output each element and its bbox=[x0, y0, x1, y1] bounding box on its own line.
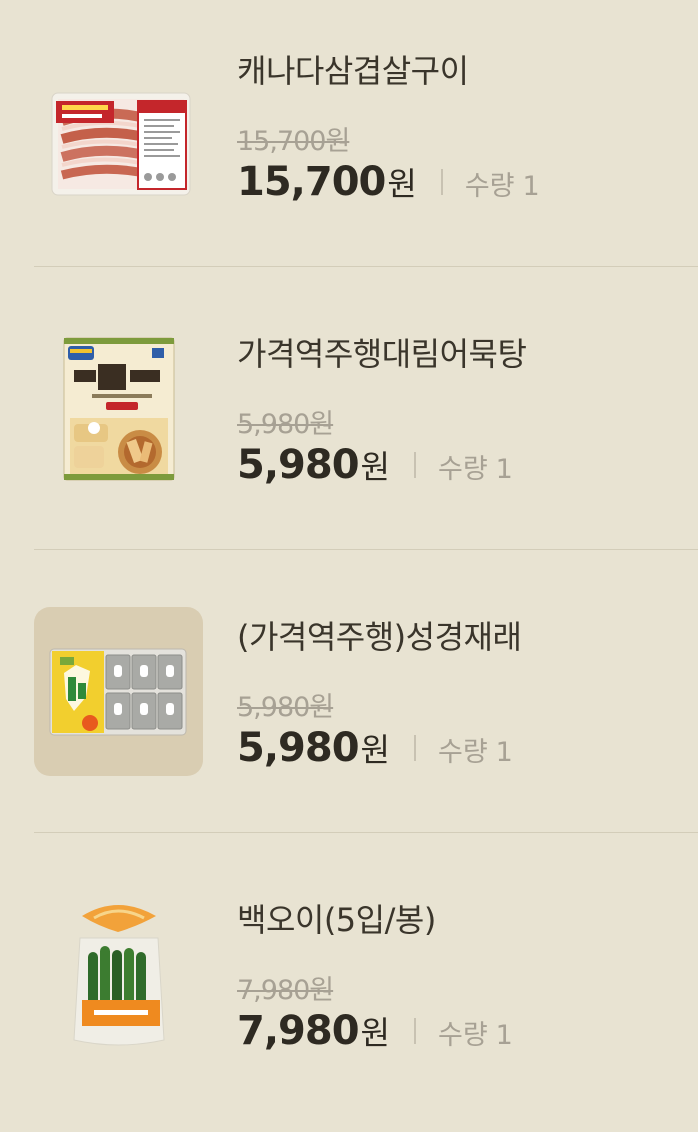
quantity-label: 수량 bbox=[437, 1020, 488, 1051]
quantity-label: 수량 bbox=[437, 737, 488, 768]
sale-price: 5,980 bbox=[237, 442, 360, 488]
original-price: 15,700원 bbox=[237, 126, 350, 157]
quantity-label: 수량 bbox=[464, 171, 515, 202]
product-image-seaweed[interactable] bbox=[34, 607, 203, 776]
original-price: 5,980원 bbox=[237, 692, 334, 723]
price-row: 5,980 원 수량 1 bbox=[237, 442, 513, 488]
quantity-value: 1 bbox=[495, 1020, 513, 1051]
currency-suffix: 원 bbox=[360, 1014, 390, 1052]
product-name[interactable]: (가격역주행)성경재래 bbox=[237, 612, 522, 658]
original-price: 5,980원 bbox=[237, 409, 334, 440]
currency-suffix: 원 bbox=[387, 165, 417, 203]
original-price: 7,980원 bbox=[237, 975, 334, 1006]
cart-item-list: 캐나다삼겹살구이 15,700원 15,700 원 수량 1 가격역주행대림어묵… bbox=[0, 0, 698, 1132]
sale-price: 5,980 bbox=[237, 725, 360, 771]
currency-suffix: 원 bbox=[360, 448, 390, 486]
price-row: 15,700 원 수량 1 bbox=[237, 159, 540, 205]
sale-price: 15,700 bbox=[237, 159, 386, 205]
separator bbox=[413, 452, 416, 478]
quantity-label: 수량 bbox=[437, 454, 488, 485]
cart-item[interactable]: 가격역주행대림어묵탕 5,980원 5,980 원 수량 1 bbox=[0, 267, 698, 550]
sale-price: 7,980 bbox=[237, 1008, 360, 1054]
quantity-value: 1 bbox=[495, 454, 513, 485]
product-name[interactable]: 가격역주행대림어묵탕 bbox=[237, 329, 527, 375]
product-image-cucumber[interactable] bbox=[34, 890, 203, 1059]
product-name[interactable]: 백오이(5입/봉) bbox=[237, 895, 436, 941]
separator bbox=[413, 735, 416, 761]
quantity-value: 1 bbox=[495, 737, 513, 768]
cart-item[interactable]: (가격역주행)성경재래 5,980원 5,980 원 수량 1 bbox=[0, 550, 698, 833]
separator bbox=[440, 169, 443, 195]
cart-item[interactable]: 백오이(5입/봉) 7,980원 7,980 원 수량 1 bbox=[0, 833, 698, 1116]
price-row: 5,980 원 수량 1 bbox=[237, 725, 513, 771]
product-name[interactable]: 캐나다삼겹살구이 bbox=[237, 46, 469, 92]
currency-suffix: 원 bbox=[360, 731, 390, 769]
quantity-value: 1 bbox=[522, 171, 540, 202]
product-image-fishcake-soup[interactable] bbox=[34, 324, 203, 493]
separator bbox=[413, 1018, 416, 1044]
product-image-pork-belly[interactable] bbox=[34, 41, 203, 210]
price-row: 7,980 원 수량 1 bbox=[237, 1008, 513, 1054]
cart-item[interactable]: 캐나다삼겹살구이 15,700원 15,700 원 수량 1 bbox=[0, 0, 698, 267]
